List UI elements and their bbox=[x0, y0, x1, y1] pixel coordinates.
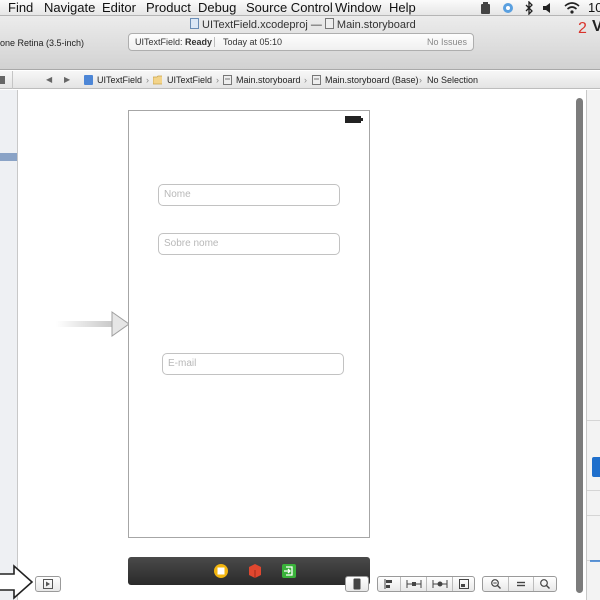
wifi-icon[interactable] bbox=[564, 1, 580, 15]
nome-text-field[interactable]: Nome bbox=[158, 184, 340, 206]
battery-icon bbox=[345, 116, 363, 123]
zoom-in-icon bbox=[540, 579, 550, 589]
project-file-name: UITextField.xcodeproj bbox=[202, 19, 308, 31]
menu-navigate[interactable]: Navigate bbox=[44, 0, 95, 16]
storyboard-file-name: Main.storyboard bbox=[336, 19, 416, 31]
menu-source-control[interactable]: Source Control bbox=[246, 0, 333, 16]
activity-time: Today at 05:10 bbox=[223, 37, 283, 47]
pin-icon bbox=[406, 580, 421, 588]
sync-icon[interactable] bbox=[501, 1, 515, 15]
menu-debug[interactable]: Debug bbox=[198, 0, 236, 16]
storyboard-icon bbox=[223, 75, 232, 85]
window-toolbar: UITextField.xcodeproj — Main.storyboard … bbox=[0, 16, 600, 70]
menu-editor[interactable]: Editor bbox=[102, 0, 136, 16]
battery-status-icon[interactable] bbox=[480, 1, 492, 15]
storyboard-base-icon bbox=[312, 75, 321, 85]
forward-button[interactable]: ▶ bbox=[64, 71, 70, 89]
activity-divider bbox=[214, 37, 215, 47]
resizing-icon bbox=[458, 579, 469, 589]
scheme-device-selector[interactable]: one Retina (3.5-inch) bbox=[0, 38, 84, 48]
exit-icon[interactable] bbox=[281, 563, 297, 579]
back-button[interactable]: ◀ bbox=[46, 71, 52, 89]
menu-find[interactable]: Find bbox=[8, 0, 33, 16]
zoom-out-icon bbox=[490, 579, 501, 589]
navigator-panel bbox=[0, 90, 18, 600]
iphone-icon bbox=[353, 578, 361, 590]
chevron-right-icon: › bbox=[216, 75, 219, 85]
storyboard-file-icon bbox=[324, 18, 334, 29]
related-items-icon[interactable] bbox=[0, 76, 6, 84]
project-icon bbox=[84, 75, 93, 85]
jump-bar: ◀ ▶ UITextField › UITextField › Main.sto… bbox=[0, 71, 600, 89]
crumb-selection[interactable]: No Selection bbox=[427, 71, 478, 89]
crumb-storyboard[interactable]: Main.storyboard bbox=[236, 71, 301, 89]
navigator-selected-row[interactable] bbox=[0, 153, 17, 161]
chevron-right-icon: › bbox=[419, 75, 422, 85]
badge-letter: V bbox=[592, 18, 600, 35]
align-icon bbox=[384, 579, 392, 589]
badge-number: 2 bbox=[578, 20, 587, 37]
email-text-field[interactable]: E-mail bbox=[162, 353, 344, 375]
layout-button-group bbox=[377, 576, 475, 592]
zoom-in-button[interactable] bbox=[533, 577, 556, 591]
menu-window[interactable]: Window bbox=[335, 0, 381, 16]
utilities-panel bbox=[586, 90, 600, 600]
sobre-nome-text-field[interactable]: Sobre nome bbox=[158, 233, 340, 255]
activity-project: UITextField: Ready bbox=[135, 37, 213, 47]
folder-icon bbox=[153, 75, 162, 85]
view-controller-icon[interactable] bbox=[213, 563, 229, 579]
chevron-right-icon: › bbox=[304, 75, 307, 85]
zoom-button-group bbox=[482, 576, 557, 592]
inspector-divider bbox=[587, 515, 600, 516]
outline-toggle-icon bbox=[43, 579, 53, 589]
outline-arrow-icon bbox=[0, 564, 34, 600]
inspector-add-icon[interactable] bbox=[590, 557, 600, 565]
resolve-icon bbox=[432, 580, 447, 588]
form-factor-button[interactable] bbox=[345, 576, 369, 592]
chevron-right-icon: › bbox=[146, 75, 149, 85]
pin-button[interactable] bbox=[400, 577, 426, 591]
inspector-selected-tab[interactable] bbox=[592, 457, 600, 477]
crumb-group[interactable]: UITextField bbox=[167, 71, 212, 89]
activity-issues[interactable]: No Issues bbox=[427, 34, 467, 50]
view-controller-scene[interactable]: Nome Sobre nome E-mail bbox=[128, 110, 370, 538]
resolve-layout-button[interactable] bbox=[426, 577, 452, 591]
crumb-project[interactable]: UITextField bbox=[97, 71, 142, 89]
bluetooth-icon[interactable] bbox=[524, 1, 534, 15]
document-outline-toggle-button[interactable] bbox=[35, 576, 61, 592]
menubar-clock[interactable]: 10 bbox=[588, 0, 600, 16]
crumb-storyboard-base[interactable]: Main.storyboard (Base) bbox=[325, 71, 419, 89]
zoom-actual-size-button[interactable] bbox=[508, 577, 533, 591]
volume-icon[interactable] bbox=[542, 1, 554, 15]
activity-viewer: UITextField: Ready Today at 05:10 No Iss… bbox=[128, 33, 474, 51]
window-title: UITextField.xcodeproj — Main.storyboard bbox=[190, 18, 450, 32]
inspector-divider bbox=[587, 490, 600, 491]
inspector-divider bbox=[587, 420, 600, 421]
title-separator: — bbox=[310, 19, 322, 31]
canvas-vertical-scrollbar[interactable] bbox=[576, 98, 583, 593]
menu-help[interactable]: Help bbox=[389, 0, 416, 16]
resizing-button[interactable] bbox=[452, 577, 474, 591]
menu-bar: Find Navigate Editor Product Debug Sourc… bbox=[0, 0, 600, 16]
scene-dock bbox=[128, 557, 370, 585]
xcodeproj-file-icon bbox=[190, 18, 199, 29]
menu-product[interactable]: Product bbox=[146, 0, 191, 16]
zoom-out-button[interactable] bbox=[483, 577, 508, 591]
align-button[interactable] bbox=[378, 577, 400, 591]
first-responder-icon[interactable] bbox=[247, 563, 263, 579]
jumpbar-divider bbox=[12, 71, 13, 89]
initial-view-controller-arrow[interactable] bbox=[56, 310, 130, 338]
equals-icon bbox=[517, 581, 525, 587]
